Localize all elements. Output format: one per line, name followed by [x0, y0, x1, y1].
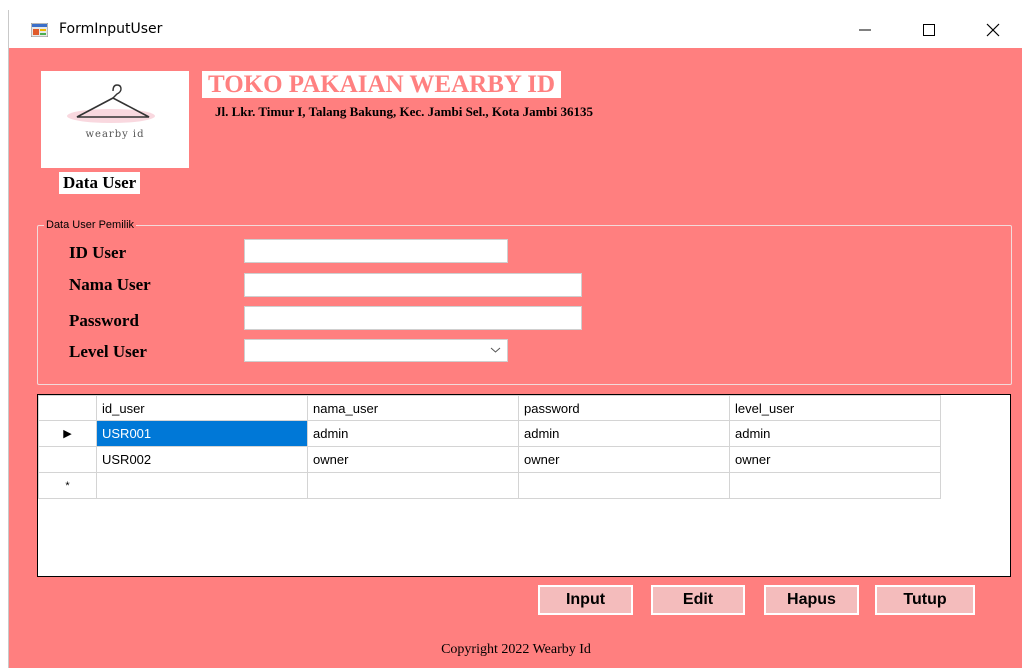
new-row[interactable]: * [38, 472, 941, 499]
groupbox-title: Data User Pemilik [44, 219, 137, 231]
column-header-id-user[interactable]: id_user [96, 395, 308, 421]
table-cell[interactable]: owner [729, 446, 941, 473]
input-button[interactable]: Input [538, 585, 633, 615]
table-cell[interactable] [96, 472, 308, 499]
table-row[interactable]: ▶ USR001 admin admin admin [38, 420, 941, 447]
logo: wearby id [41, 71, 189, 168]
table-cell[interactable] [729, 472, 941, 499]
form-icon [31, 23, 48, 37]
user-datagrid[interactable]: id_user nama_user password level_user ▶ … [37, 394, 1011, 577]
user-table: id_user nama_user password level_user ▶ … [38, 395, 941, 499]
table-header-row: id_user nama_user password level_user [38, 395, 941, 421]
table-row[interactable]: USR002 owner owner owner [38, 446, 941, 473]
nama-user-label: Nama User [69, 275, 151, 294]
nama-user-input[interactable] [244, 273, 582, 297]
form-window: FormInputUser wearby id Data User TOKO P… [8, 10, 1022, 668]
hapus-button[interactable]: Hapus [764, 585, 859, 615]
title-bar[interactable]: FormInputUser [9, 10, 1022, 48]
level-user-combobox[interactable] [244, 339, 508, 362]
table-cell[interactable]: owner [518, 446, 730, 473]
minimize-icon [859, 29, 871, 31]
id-user-input[interactable] [244, 239, 508, 263]
logo-text: wearby id [85, 129, 145, 140]
table-cell[interactable]: admin [307, 420, 519, 447]
row-header[interactable] [38, 446, 97, 473]
table-cell[interactable]: admin [729, 420, 941, 447]
close-icon [986, 23, 1000, 37]
table-cell[interactable] [518, 472, 730, 499]
table-cell[interactable]: USR001 [96, 420, 308, 447]
user-groupbox [37, 225, 1012, 385]
minimize-button[interactable] [845, 16, 885, 44]
window-title: FormInputUser [59, 21, 163, 37]
maximize-button[interactable] [909, 16, 949, 44]
table-cell[interactable]: owner [307, 446, 519, 473]
shop-name: TOKO PAKAIAN WEARBY ID [202, 71, 562, 98]
tutup-button[interactable]: Tutup [875, 585, 975, 615]
new-row-icon[interactable]: * [38, 472, 97, 499]
chevron-down-icon[interactable] [490, 344, 501, 355]
column-header-nama-user[interactable]: nama_user [307, 395, 519, 421]
password-label: Password [69, 311, 139, 330]
column-header-password[interactable]: password [518, 395, 730, 421]
copyright-text: Copyright 2022 Wearby Id [441, 642, 591, 657]
table-cell[interactable] [307, 472, 519, 499]
maximize-icon [923, 24, 935, 36]
column-header-level-user[interactable]: level_user [729, 395, 941, 421]
edit-button[interactable]: Edit [651, 585, 745, 615]
section-label: Data User [59, 172, 141, 194]
row-header-corner [38, 395, 97, 421]
row-selector-icon[interactable]: ▶ [38, 420, 97, 447]
id-user-label: ID User [69, 243, 127, 262]
table-cell[interactable]: USR002 [96, 446, 308, 473]
level-user-label: Level User [69, 342, 147, 361]
hanger-logo-icon [67, 84, 155, 123]
password-input[interactable] [244, 306, 582, 330]
shop-address: Jl. Lkr. Timur I, Talang Bakung, Kec. Ja… [215, 104, 594, 119]
table-cell[interactable]: admin [518, 420, 730, 447]
close-button[interactable] [973, 16, 1013, 44]
